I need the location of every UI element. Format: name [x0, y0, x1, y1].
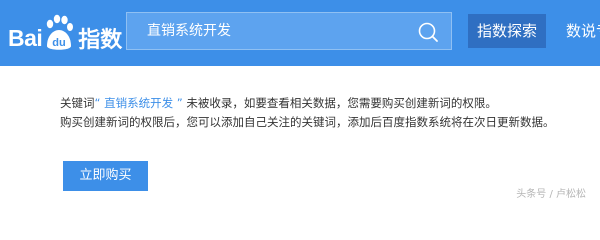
search-icon[interactable] — [417, 21, 439, 43]
notice-line-1: 关键词“ 直销系统开发 ” 未被收录，如要查看相关数据，您需要购买创建新词的权限… — [60, 94, 590, 113]
baidu-index-logo[interactable]: Bai du 指数 — [8, 14, 122, 54]
search-box — [126, 12, 452, 50]
search-input[interactable] — [147, 13, 407, 49]
buy-now-button[interactable]: 立即购买 — [63, 161, 148, 191]
notice-message: 关键词“ 直销系统开发 ” 未被收录，如要查看相关数据，您需要购买创建新词的权限… — [60, 94, 590, 132]
nav-data-talk[interactable]: 数说专 — [566, 14, 600, 48]
open-quote: “ — [94, 96, 101, 110]
paw-icon: du — [43, 14, 75, 54]
notice-line-2: 购买创建新词的权限后，您可以添加自己关注的关键词，添加后百度指数系统将在次日更新… — [60, 115, 555, 129]
logo-product-text: 指数 — [78, 28, 123, 53]
header-bar: Bai du 指数 指数探索 — [0, 0, 600, 66]
notice-keyword: 直销系统开发 — [104, 96, 174, 110]
notice-prefix: 关键词 — [60, 96, 95, 110]
notice-line-1-suffix: 未被收录，如要查看相关数据，您需要购买创建新词的权限。 — [186, 96, 497, 110]
close-quote: ” — [176, 96, 183, 110]
watermark: 头条号 / 卢松松 — [516, 189, 586, 200]
logo-bai-text: Bai — [8, 24, 43, 51]
logo-du-text: du — [53, 37, 66, 49]
nav-index-explore[interactable]: 指数探索 — [468, 14, 546, 48]
page: Bai du 指数 指数探索 — [0, 0, 600, 206]
